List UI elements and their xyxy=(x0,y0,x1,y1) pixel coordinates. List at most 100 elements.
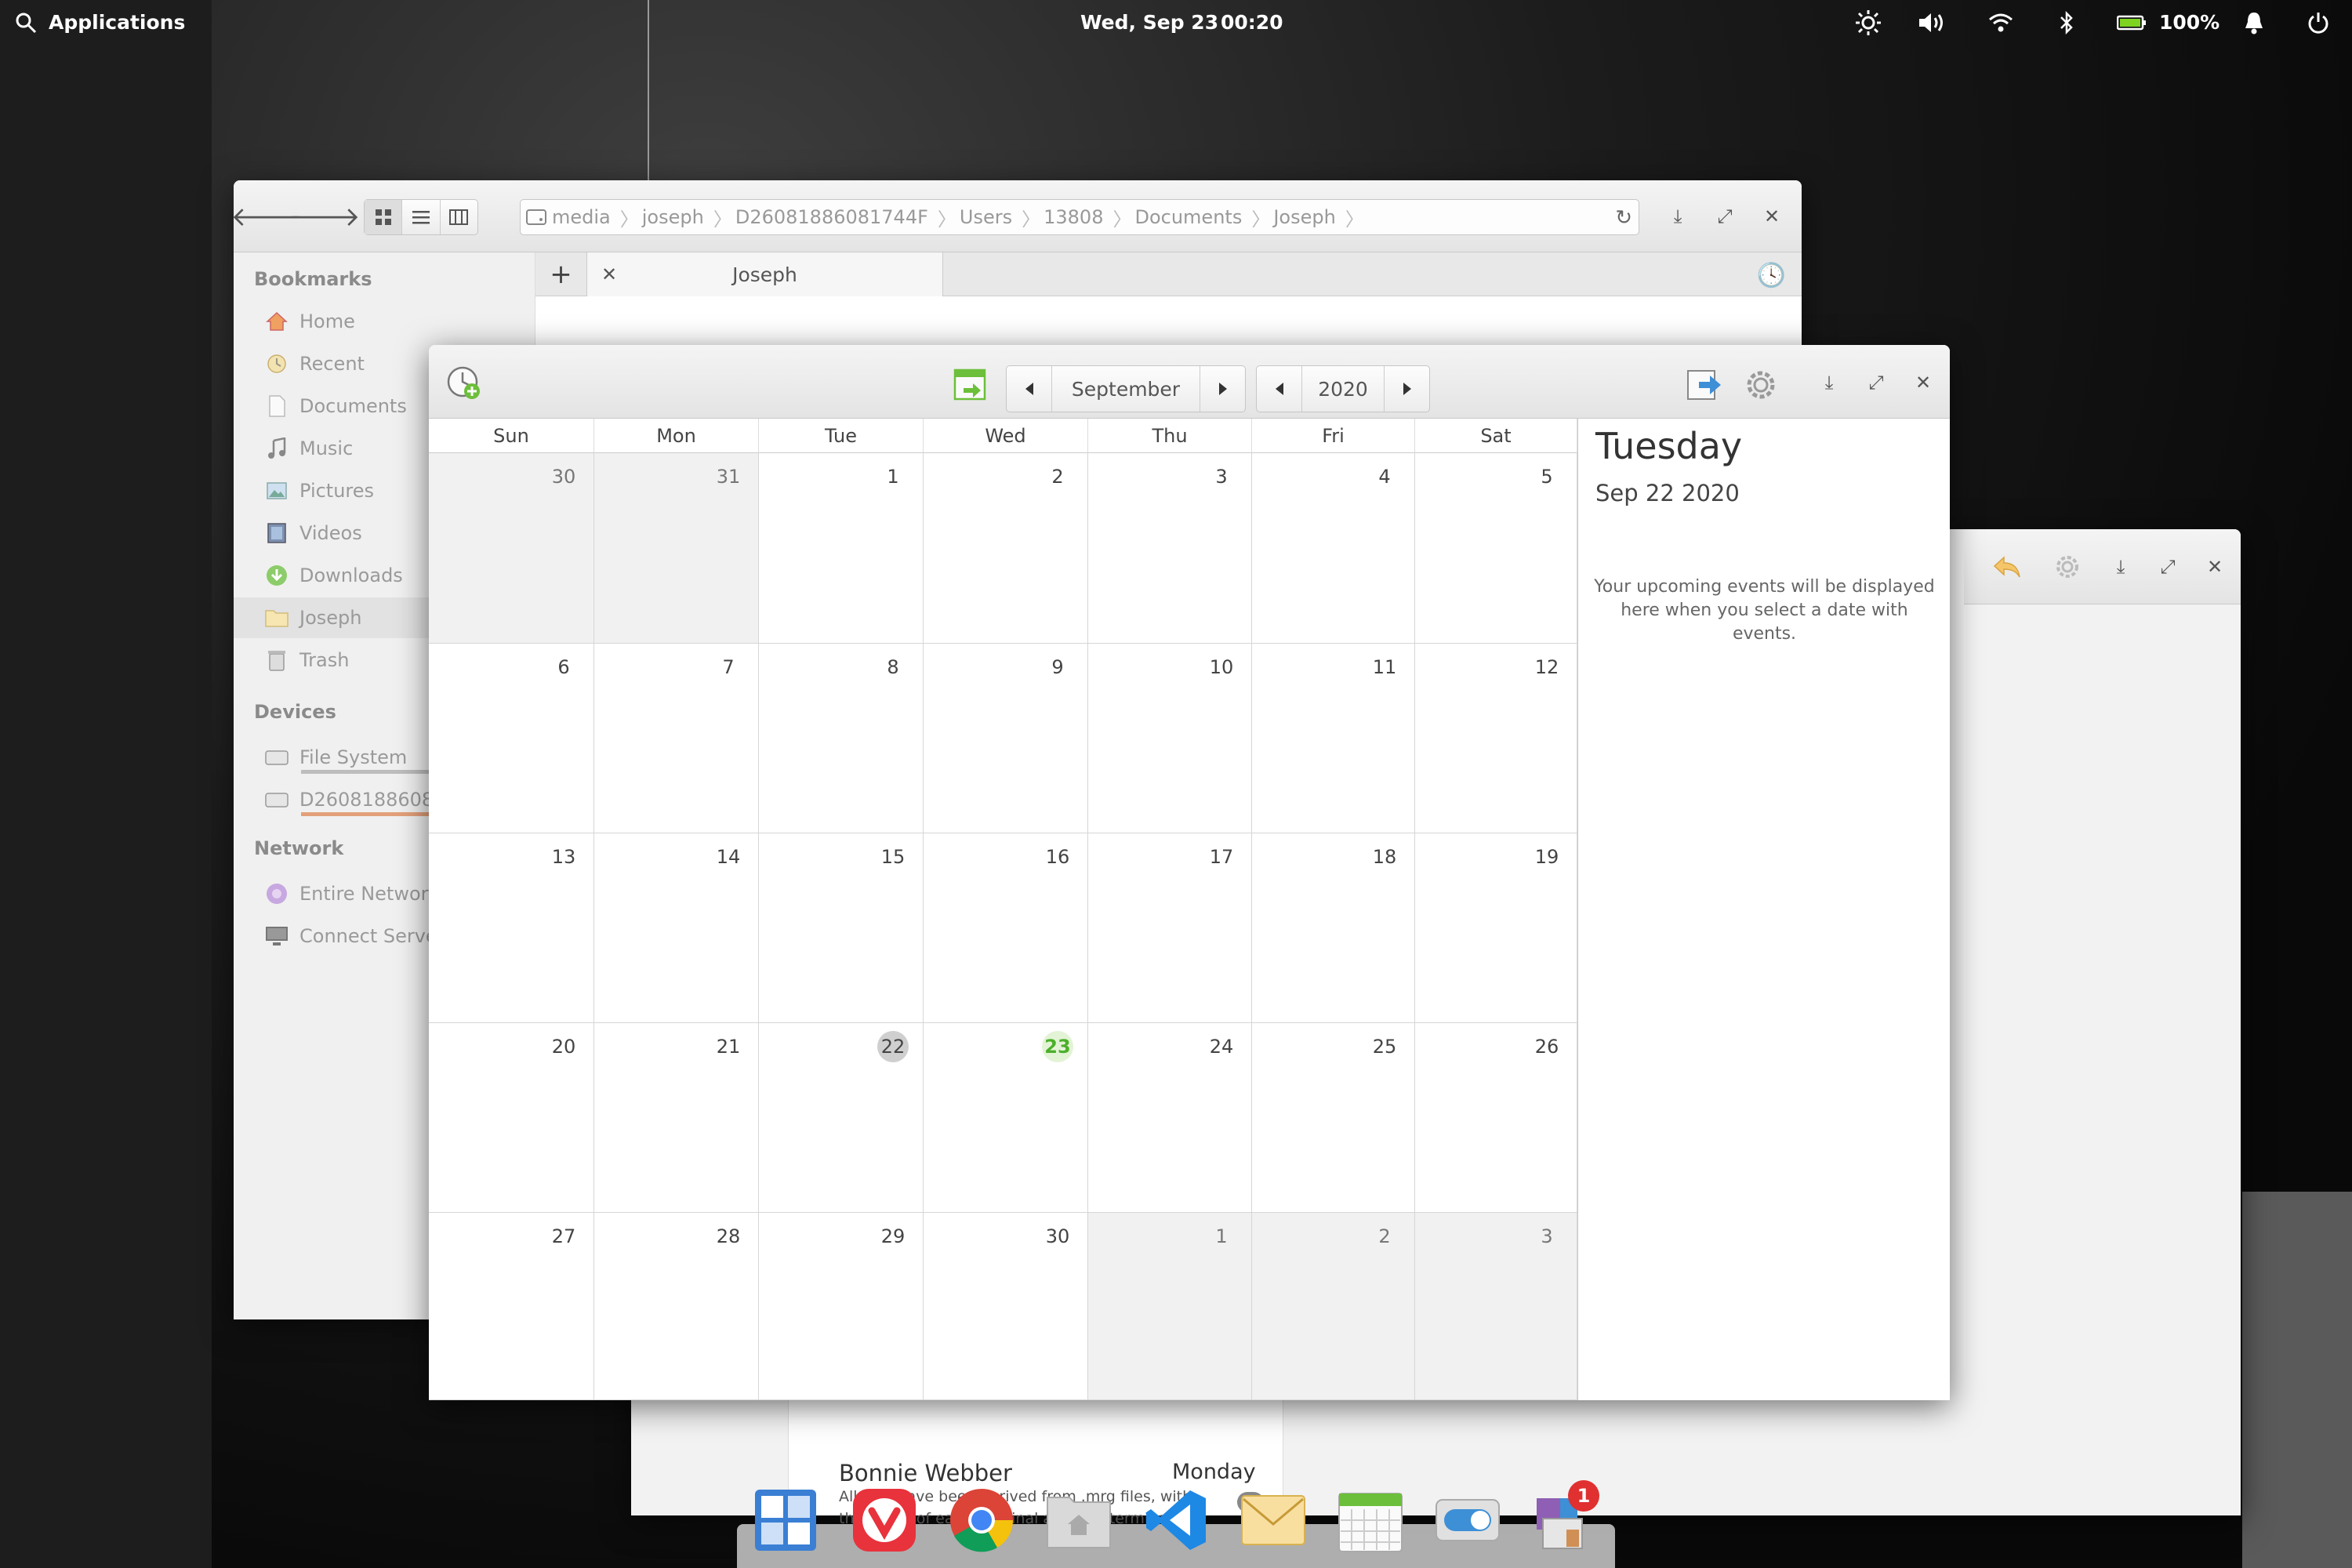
day-cell[interactable]: 25 xyxy=(1252,1023,1415,1213)
day-cell[interactable]: 2 xyxy=(924,453,1088,644)
day-cell[interactable]: 6 xyxy=(429,644,594,833)
notifications-icon[interactable] xyxy=(2239,9,2269,36)
mail-sender[interactable]: Bonnie Webber xyxy=(839,1460,1012,1486)
today-icon[interactable] xyxy=(951,365,989,403)
vscode-icon[interactable] xyxy=(1142,1486,1210,1555)
day-cell[interactable]: 1 xyxy=(759,453,924,644)
day-cell[interactable]: 9 xyxy=(924,644,1088,833)
day-cell[interactable]: 4 xyxy=(1252,453,1415,644)
day-cell[interactable]: 21 xyxy=(594,1023,759,1213)
day-cell[interactable]: 24 xyxy=(1088,1023,1252,1213)
tab-joseph[interactable]: ✕ Joseph xyxy=(587,252,943,296)
bookmarks-heading: Bookmarks xyxy=(254,268,372,290)
multitasking-icon[interactable] xyxy=(751,1486,820,1555)
day-cell[interactable]: 14 xyxy=(594,833,759,1023)
calendar-close-button[interactable]: ✕ xyxy=(1907,367,1939,398)
calendar-maximize-button[interactable]: ⤢ xyxy=(1860,367,1892,398)
crumb-joseph-current[interactable]: Joseph xyxy=(1270,206,1345,228)
files-close-button[interactable]: ✕ xyxy=(1756,201,1788,232)
crumb-drive[interactable]: D26081886081744F xyxy=(732,206,938,228)
day-cell[interactable]: 17 xyxy=(1088,833,1252,1023)
day-cell[interactable]: 2 xyxy=(1252,1213,1415,1400)
year-label[interactable]: 2020 xyxy=(1302,378,1384,401)
files-maximize-button[interactable]: ⤢ xyxy=(1709,201,1740,232)
day-cell[interactable]: 11 xyxy=(1252,644,1415,833)
day-cell[interactable]: 10 xyxy=(1088,644,1252,833)
volume-icon[interactable] xyxy=(1918,9,1947,36)
location-bar[interactable]: media 〉 joseph 〉 D26081886081744F 〉 Users 〉 … xyxy=(520,199,1639,235)
search-icon[interactable] xyxy=(11,9,41,36)
applications-menu[interactable]: Applications xyxy=(49,11,185,34)
add-event-icon[interactable] xyxy=(445,364,484,403)
day-cell[interactable]: 30 xyxy=(429,453,594,644)
vivaldi-icon[interactable] xyxy=(850,1486,919,1555)
day-cell[interactable]: 1 xyxy=(1088,1213,1252,1400)
day-cell-today[interactable]: 23 xyxy=(924,1023,1088,1213)
reply-icon[interactable] xyxy=(1991,551,2023,583)
chrome-icon[interactable] xyxy=(947,1486,1016,1555)
day-cell[interactable]: 13 xyxy=(429,833,594,1023)
day-number: 3 xyxy=(1215,466,1228,488)
day-cell-selected[interactable]: 22 xyxy=(759,1023,924,1213)
power-icon[interactable] xyxy=(2303,9,2333,36)
day-cell[interactable]: 29 xyxy=(759,1213,924,1400)
battery-icon[interactable] xyxy=(2115,9,2148,36)
files-minimize-button[interactable]: ⤓ xyxy=(1662,201,1693,232)
day-cell[interactable]: 30 xyxy=(924,1213,1088,1400)
mail-close-button[interactable]: ✕ xyxy=(2199,551,2230,583)
wifi-icon[interactable] xyxy=(1986,9,2016,36)
crumb-users[interactable]: Users xyxy=(956,206,1022,228)
history-icon[interactable]: 🕓 xyxy=(1757,262,1786,289)
new-tab-button[interactable]: + xyxy=(535,252,587,296)
appcenter-update-badge: 1 xyxy=(1568,1480,1599,1512)
day-cell[interactable]: 5 xyxy=(1415,453,1577,644)
folder-icon xyxy=(265,606,289,630)
mail-settings-icon[interactable] xyxy=(2052,551,2083,583)
calendar-dock-icon[interactable] xyxy=(1336,1486,1405,1555)
mail-dock-icon[interactable] xyxy=(1239,1486,1308,1555)
day-cell[interactable]: 3 xyxy=(1415,1213,1577,1400)
close-tab-icon[interactable]: ✕ xyxy=(587,263,631,285)
next-month-icon[interactable] xyxy=(1200,366,1245,412)
day-cell[interactable]: 8 xyxy=(759,644,924,833)
brightness-icon[interactable] xyxy=(1853,9,1883,36)
day-cell[interactable]: 7 xyxy=(594,644,759,833)
export-icon[interactable] xyxy=(1685,367,1724,403)
day-cell[interactable]: 26 xyxy=(1415,1023,1577,1213)
previous-month-icon[interactable] xyxy=(1007,366,1052,412)
mail-maximize-button[interactable]: ⤢ xyxy=(2152,551,2183,583)
panel-date[interactable]: Wed, Sep 23 xyxy=(1080,11,1218,34)
day-cell[interactable]: 16 xyxy=(924,833,1088,1023)
day-cell[interactable]: 28 xyxy=(594,1213,759,1400)
crumb-documents[interactable]: Documents xyxy=(1131,206,1251,228)
next-year-icon[interactable] xyxy=(1384,366,1429,412)
calendar-settings-icon[interactable] xyxy=(1743,367,1779,403)
day-number: 10 xyxy=(1209,656,1234,678)
bluetooth-icon[interactable] xyxy=(2052,9,2082,36)
settings-toggle-icon[interactable] xyxy=(1433,1486,1502,1555)
crumb-joseph[interactable]: joseph xyxy=(639,206,713,228)
panel-time[interactable]: 00:20 xyxy=(1221,11,1283,34)
reload-icon[interactable]: ↻ xyxy=(1615,206,1632,230)
files-dock-icon[interactable] xyxy=(1044,1486,1113,1555)
day-cell[interactable]: 3 xyxy=(1088,453,1252,644)
month-label[interactable]: September xyxy=(1052,378,1200,401)
day-cell[interactable]: 12 xyxy=(1415,644,1577,833)
mail-minimize-button[interactable]: ⤓ xyxy=(2105,551,2136,583)
day-cell[interactable]: 20 xyxy=(429,1023,594,1213)
back-arrow-icon[interactable]: 🡐 xyxy=(230,201,302,233)
column-view-icon[interactable] xyxy=(441,200,477,234)
forward-arrow-icon[interactable]: 🡒 xyxy=(289,201,360,233)
list-view-icon[interactable] xyxy=(402,200,441,234)
day-cell[interactable]: 18 xyxy=(1252,833,1415,1023)
crumb-13808[interactable]: 13808 xyxy=(1040,206,1112,228)
crumb-media[interactable]: media xyxy=(552,206,620,228)
sidebar-item-home[interactable]: Home xyxy=(234,301,547,342)
calendar-minimize-button[interactable]: ⤓ xyxy=(1813,367,1845,398)
day-cell[interactable]: 19 xyxy=(1415,833,1577,1023)
grid-view-icon[interactable] xyxy=(365,200,403,234)
day-cell[interactable]: 15 xyxy=(759,833,924,1023)
previous-year-icon[interactable] xyxy=(1257,366,1302,412)
day-cell[interactable]: 27 xyxy=(429,1213,594,1400)
day-cell[interactable]: 31 xyxy=(594,453,759,644)
